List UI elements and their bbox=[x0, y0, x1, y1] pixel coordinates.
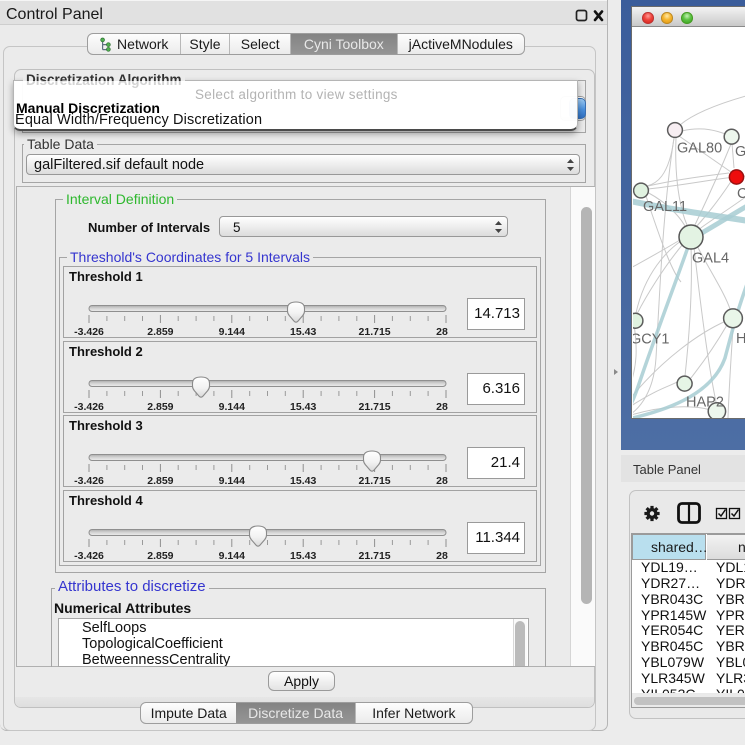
svg-text:28: 28 bbox=[436, 475, 448, 487]
svg-text:21.715: 21.715 bbox=[359, 326, 391, 338]
svg-text:15.43: 15.43 bbox=[290, 326, 316, 338]
svg-text:28: 28 bbox=[436, 401, 448, 413]
svg-text:-3.426: -3.426 bbox=[74, 401, 104, 413]
svg-text:2.859: 2.859 bbox=[147, 401, 173, 413]
svg-text:2.859: 2.859 bbox=[147, 475, 173, 487]
svg-text:9.144: 9.144 bbox=[219, 550, 245, 562]
svg-text:HAP2: HAP2 bbox=[686, 395, 724, 411]
svg-text:G.: G. bbox=[735, 144, 745, 160]
svg-text:9.144: 9.144 bbox=[219, 475, 245, 487]
svg-text:9.144: 9.144 bbox=[219, 326, 245, 338]
svg-text:-3.426: -3.426 bbox=[74, 475, 104, 487]
svg-text:28: 28 bbox=[436, 550, 448, 562]
svg-text:H: H bbox=[736, 331, 745, 347]
svg-text:2.859: 2.859 bbox=[147, 550, 173, 562]
svg-text:2.859: 2.859 bbox=[147, 326, 173, 338]
svg-text:15.43: 15.43 bbox=[290, 401, 316, 413]
svg-text:21.715: 21.715 bbox=[359, 550, 391, 562]
svg-text:15.43: 15.43 bbox=[290, 550, 316, 562]
svg-text:15.43: 15.43 bbox=[290, 475, 316, 487]
svg-text:-3.426: -3.426 bbox=[74, 550, 104, 562]
svg-text:28: 28 bbox=[436, 326, 448, 338]
svg-text:21.715: 21.715 bbox=[359, 475, 391, 487]
svg-text:C: C bbox=[737, 186, 745, 202]
svg-text:GAL4: GAL4 bbox=[692, 251, 729, 267]
svg-text:GAL11: GAL11 bbox=[643, 199, 687, 215]
svg-text:GAL80: GAL80 bbox=[677, 141, 722, 157]
svg-text:GCY1: GCY1 bbox=[633, 332, 670, 348]
svg-text:9.144: 9.144 bbox=[219, 401, 245, 413]
svg-text:-3.426: -3.426 bbox=[74, 326, 104, 338]
svg-text:21.715: 21.715 bbox=[359, 401, 391, 413]
